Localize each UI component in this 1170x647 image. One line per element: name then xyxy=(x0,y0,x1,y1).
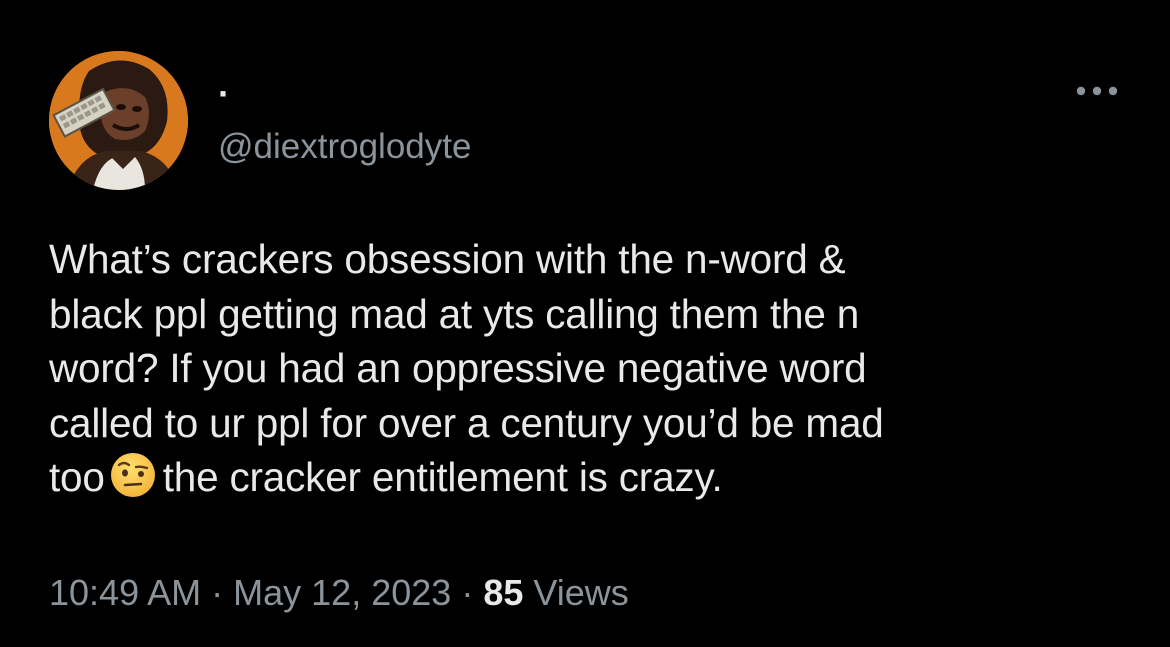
tweet-date[interactable]: May 12, 2023 xyxy=(233,572,451,613)
avatar[interactable] xyxy=(49,51,188,190)
display-name[interactable]: · xyxy=(218,74,230,114)
face-with-raised-eyebrow-emoji xyxy=(109,451,157,499)
avatar-caveman-image xyxy=(49,51,188,190)
meta-separator: · xyxy=(211,572,224,613)
tweet-meta: 10:49 AM · May 12, 2023 · 85 Views xyxy=(49,572,629,614)
tweet-time[interactable]: 10:49 AM xyxy=(49,572,201,613)
tweet-text: What’s crackers obsession with the n-wor… xyxy=(49,232,1124,505)
more-horizontal-icon xyxy=(1076,86,1118,96)
user-handle[interactable]: @diextroglodyte xyxy=(218,127,471,167)
views-count[interactable]: 85 xyxy=(483,572,523,613)
meta-separator: · xyxy=(461,572,474,613)
tweet-text-part-2: the cracker entitlement is crazy. xyxy=(162,454,723,500)
views-label[interactable]: Views xyxy=(533,572,628,613)
more-options-button[interactable] xyxy=(1070,76,1124,106)
